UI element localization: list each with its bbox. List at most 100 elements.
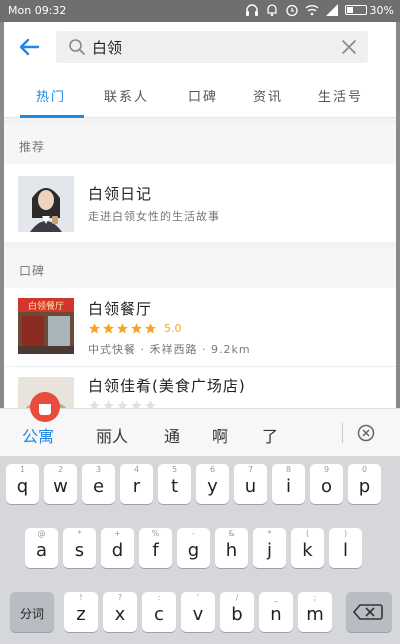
key-h[interactable]: & h [215, 528, 248, 568]
key-v[interactable]: ' v [181, 592, 215, 632]
key-r[interactable]: 4r [120, 464, 153, 504]
key-l[interactable]: ) l [329, 528, 362, 568]
key-label: s [74, 540, 85, 561]
status-time: Mon 09:32 [8, 4, 67, 17]
recommend-result-row[interactable]: 白领日记 走进白领女性的生活故事 [4, 164, 396, 242]
key-hint: 2 [57, 465, 64, 474]
key-hint: : [157, 593, 161, 602]
key-s[interactable]: * s [63, 528, 96, 568]
key-label: q [16, 476, 29, 497]
key-o[interactable]: 9o [310, 464, 343, 504]
tab-life-accounts[interactable]: 生活号 [318, 86, 363, 105]
section-title-recommend: 推荐 [19, 140, 46, 154]
fenci-key[interactable]: 分词 [10, 592, 54, 632]
key-w[interactable]: 2w [44, 464, 77, 504]
search-header: 白领 [4, 22, 396, 72]
key-label: i [285, 476, 291, 497]
candidate-divider [342, 423, 343, 443]
key-x[interactable]: ? x [103, 592, 137, 632]
restaurant-sign: 白领餐厅 [28, 300, 64, 312]
candidate-word[interactable]: 公寓 [22, 423, 54, 447]
recommend-title: 白领日记 [88, 185, 153, 203]
wifi-icon [305, 5, 318, 16]
key-hint: ; [313, 593, 317, 602]
key-c[interactable]: :c [142, 592, 176, 632]
status-icons: 30% [245, 3, 394, 17]
key-hint: 9 [323, 465, 330, 474]
key-g[interactable]: -g [177, 528, 210, 568]
key-t[interactable]: 5t [158, 464, 191, 504]
key-label: d [111, 540, 124, 561]
candidate-bar: 公寓 丽人 通 啊 了 [0, 408, 400, 456]
battery-icon [344, 5, 367, 15]
key-hint: 3 [95, 465, 102, 474]
search-icon [69, 39, 85, 55]
candidate-word[interactable]: 啊 [212, 423, 228, 447]
key-label: x [114, 604, 126, 625]
koubei-result-row[interactable]: 白领餐厅 白领餐厅 5.0 中式快餐 · 禾祥西路 · 9.2km [4, 288, 396, 366]
key-label: n [270, 604, 282, 625]
recommend-subtitle: 走进白领女性的生活故事 [88, 210, 220, 223]
key-hint: * [77, 529, 82, 538]
key-label: f [152, 540, 159, 561]
diary-thumbnail [18, 176, 74, 232]
key-hint: - [192, 529, 195, 538]
key-y[interactable]: 6y [196, 464, 229, 504]
key-hint: 0 [361, 465, 368, 474]
key-m[interactable]: ; m [298, 592, 332, 632]
candidate-word[interactable]: 了 [262, 423, 278, 447]
collapse-candidates-icon[interactable] [356, 423, 376, 443]
key-label: z [76, 604, 86, 625]
key-k[interactable]: (k [291, 528, 324, 568]
key-label: c [154, 604, 164, 625]
battery-percent: 30% [369, 3, 394, 17]
tab-contacts[interactable]: 联系人 [104, 86, 149, 105]
search-query[interactable]: 白领 [92, 37, 122, 58]
key-hint: ) [343, 529, 348, 538]
key-e[interactable]: 3e [82, 464, 115, 504]
signal-icon [325, 4, 338, 16]
restaurant-thumbnail: 白领餐厅 [18, 298, 74, 354]
key-hint: 7 [247, 465, 254, 474]
category-tabs: 热门 联系人 口碑 资讯 生活号 [4, 72, 396, 118]
key-z[interactable]: ! z [64, 592, 98, 632]
key-i[interactable]: 8i [272, 464, 305, 504]
key-hint: 1 [19, 465, 26, 474]
active-tab-indicator [20, 115, 84, 118]
key-b[interactable]: / b [220, 592, 254, 632]
key-hint: 5 [171, 465, 178, 474]
backspace-key[interactable] [346, 592, 392, 632]
bell-icon [266, 4, 277, 17]
key-hint: + [114, 529, 121, 538]
key-label: r [132, 476, 141, 497]
key-n[interactable]: _ n [259, 592, 293, 632]
key-u[interactable]: 7u [234, 464, 267, 504]
key-j[interactable]: * j [253, 528, 286, 568]
tab-koubei[interactable]: 口碑 [188, 86, 218, 105]
key-d[interactable]: + d [101, 528, 134, 568]
battery: 30% [344, 3, 394, 17]
restaurant-title-2: 白领佳肴(美食广场店) [88, 377, 246, 395]
keyboard: 分词 1 q 2 w 3 e 4 r 5 t 6 y 7 u 8 i 9 o 0 p @ a * s + d% f - g & h * j(k)… [0, 456, 400, 644]
key-p[interactable]: 0p [348, 464, 381, 504]
key-label: k [302, 540, 313, 561]
status-bar: Mon 09:32 30% [0, 0, 400, 22]
key-label: h [225, 540, 238, 561]
tab-news[interactable]: 资讯 [253, 86, 283, 105]
search-input[interactable]: 白领 [56, 31, 368, 63]
key-q[interactable]: 1q [6, 464, 39, 504]
app-float-icon[interactable] [30, 392, 60, 422]
key-label: y [207, 476, 218, 497]
key-a[interactable]: @ a [25, 528, 58, 568]
key-hint: % [151, 529, 160, 538]
key-f[interactable]: % f [139, 528, 172, 568]
clear-icon[interactable] [340, 38, 358, 56]
back-arrow-icon[interactable] [16, 34, 42, 60]
key-label: e [92, 476, 105, 497]
candidate-word[interactable]: 丽人 [96, 423, 128, 447]
star-icon [103, 323, 114, 334]
candidate-word[interactable]: 通 [164, 423, 180, 447]
tab-hot[interactable]: 热门 [36, 86, 66, 105]
alarm-icon [285, 4, 298, 17]
key-hint: ( [305, 529, 310, 538]
